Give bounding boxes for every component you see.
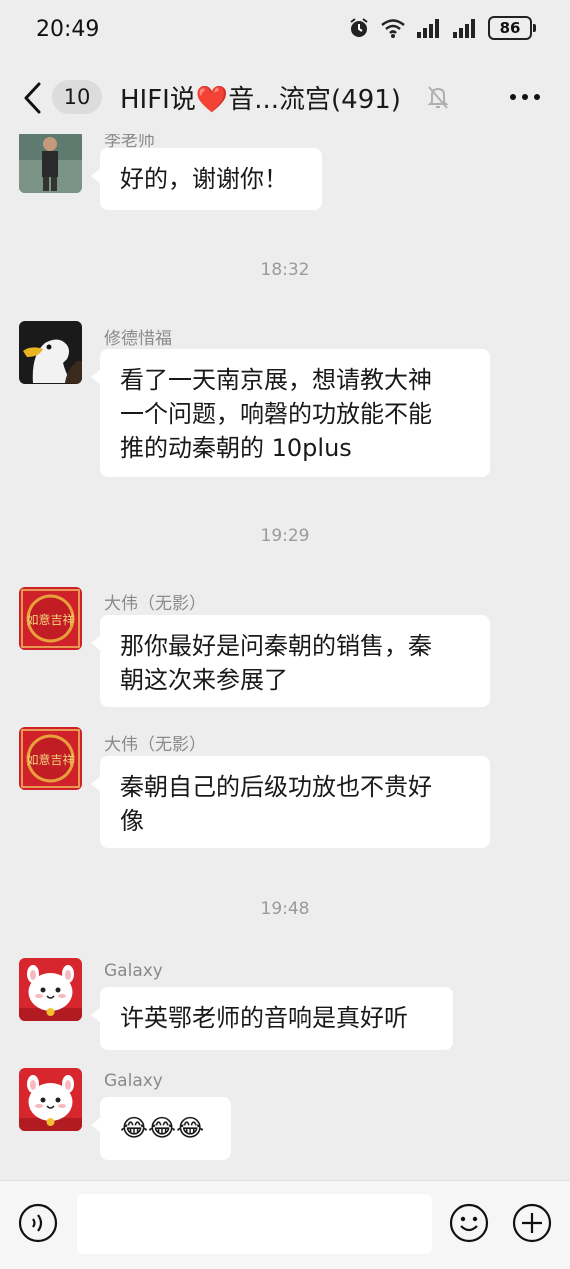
voice-icon[interactable] [18, 1203, 58, 1243]
chat-header: 10 HIFI说❤️音...流宫(491) [0, 58, 570, 134]
battery-indicator: 86 [488, 16, 536, 40]
signal-icon [417, 19, 439, 38]
lucky-avatar-text: 如意吉祥 [26, 612, 74, 627]
status-icons: 86 [348, 16, 536, 40]
message-text-line: 一个问题，响磬的功放能不能 [120, 400, 432, 428]
avatar-eagle[interactable] [19, 321, 82, 384]
signal-icon-2 [453, 19, 475, 38]
message-text-line: 推的动秦朝的 10plus [120, 434, 352, 462]
sender-name: Galaxy [104, 1071, 163, 1091]
timestamp: 18:32 [260, 260, 310, 280]
message-input[interactable] [77, 1194, 432, 1254]
input-bar [0, 1180, 570, 1269]
message-bubble[interactable]: 许英鄂老师的音响是真好听 [91, 987, 453, 1050]
sender-name: 大伟（无影） [104, 735, 206, 755]
plus-icon[interactable] [512, 1203, 552, 1243]
lucky-avatar-text: 如意吉祥 [26, 752, 74, 767]
message-text-line: 那你最好是问秦朝的销售，秦 [120, 632, 432, 660]
message-text: 许英鄂老师的音响是真好听 [120, 1004, 408, 1032]
status-time: 20:49 [36, 17, 100, 42]
message-text-line: 秦朝自己的后级功放也不贵好 [120, 773, 432, 801]
sender-name: 修德惜福 [104, 329, 172, 349]
chat-title: HIFI说❤️音...流宫(491) [120, 85, 401, 115]
alarm-icon [350, 18, 368, 37]
message-text-line: 像 [120, 807, 144, 835]
message-text-line: 朝这次来参展了 [120, 666, 288, 694]
message-bubble[interactable]: 秦朝自己的后级功放也不贵好 像 [91, 756, 490, 848]
avatar-lucky[interactable]: 如意吉祥 [19, 727, 82, 790]
message-bubble[interactable]: 好的，谢谢你！ [91, 148, 322, 210]
message-list[interactable]: 李老师 好的，谢谢你！ 18:32 修德惜福 看了一天南京展，想请教大神 一个问… [0, 134, 570, 1180]
message-bubble[interactable]: 😂😂😂 [91, 1097, 231, 1160]
avatar-galaxy[interactable] [19, 958, 82, 1021]
message-text-line: 看了一天南京展，想请教大神 [120, 366, 432, 394]
message-emoji-text: 😂😂😂 [120, 1114, 205, 1142]
unread-count-badge[interactable]: 10 [52, 80, 102, 114]
message-bubble[interactable]: 看了一天南京展，想请教大神 一个问题，响磬的功放能不能 推的动秦朝的 10plu… [91, 349, 490, 477]
avatar-lucky[interactable]: 如意吉祥 [19, 587, 82, 650]
avatar-galaxy[interactable] [19, 1068, 82, 1131]
avatar-li[interactable] [19, 134, 82, 193]
timestamp: 19:29 [260, 526, 310, 546]
status-bar: 20:49 86 [0, 0, 570, 58]
emoji-icon[interactable] [449, 1203, 489, 1243]
message-bubble[interactable]: 那你最好是问秦朝的销售，秦 朝这次来参展了 [91, 615, 490, 707]
wifi-icon [381, 19, 405, 38]
sender-name: Galaxy [104, 961, 163, 981]
more-icon[interactable] [508, 84, 542, 110]
sender-name: 大伟（无影） [104, 594, 206, 614]
message-text: 好的，谢谢你！ [120, 165, 288, 193]
back-icon[interactable] [18, 80, 48, 116]
mute-bell-icon [427, 86, 449, 109]
timestamp: 19:48 [260, 899, 310, 919]
